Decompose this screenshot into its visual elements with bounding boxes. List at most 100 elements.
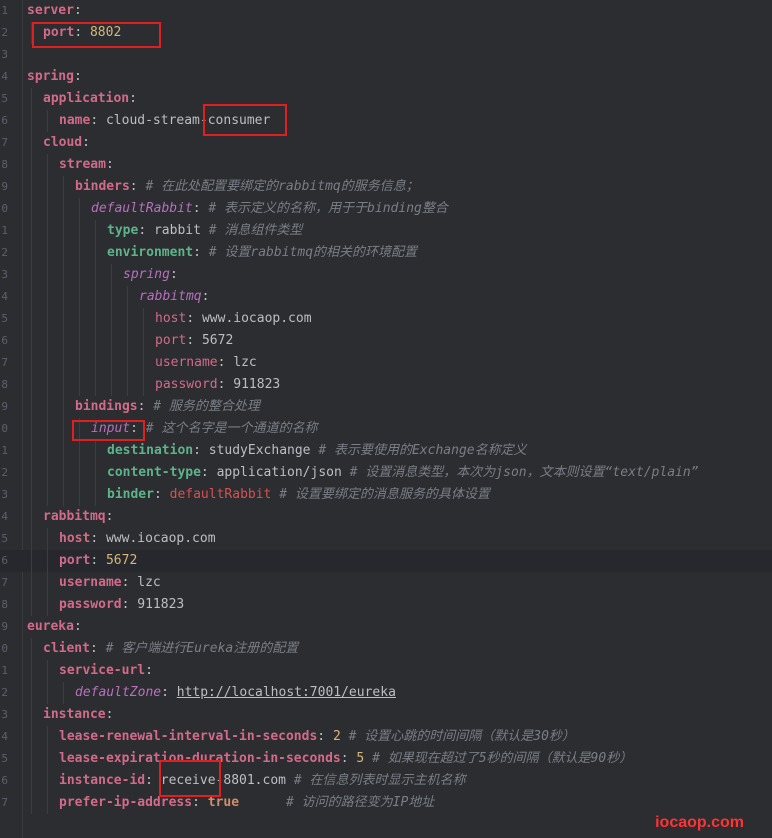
code-line[interactable]: 3 spring:: [0, 264, 772, 286]
yaml-colon: :: [145, 663, 153, 678]
line-text: host: www.iocaop.com: [59, 528, 216, 550]
code-line[interactable]: 0 client: # 客户端进行Eureka注册的配置: [0, 638, 772, 660]
code-line[interactable]: 2 content-type: application/json # 设置消息类型…: [0, 462, 772, 484]
code-line[interactable]: 4 rabbitmq:: [0, 286, 772, 308]
indent-guide: [127, 286, 128, 308]
line-number: 8: [1, 158, 8, 171]
indent-guide: [111, 330, 112, 352]
yaml-comment: # 在信息列表时显示主机名称: [293, 773, 466, 788]
code-line[interactable]: 8 password: 911823: [0, 374, 772, 396]
code-line[interactable]: 6 instance-id: receive-8801.com # 在信息列表时显…: [0, 770, 772, 792]
indent-guide: [31, 242, 32, 264]
indent-guide: [47, 264, 48, 286]
indent-guide: [31, 704, 32, 726]
indent-guide: [31, 110, 32, 132]
code-line[interactable]: 1 destination: studyExchange # 表示要使用的Exch…: [0, 440, 772, 462]
yaml-key: instance: [43, 707, 106, 722]
code-line[interactable]: 5 host: www.iocaop.com: [0, 528, 772, 550]
indent-guide: [127, 374, 128, 396]
code-editor[interactable]: 1 server: 2 port: 8802 3 4 spring: 5 application…: [0, 0, 772, 838]
line-number: 5: [1, 532, 8, 545]
yaml-colon: :: [138, 223, 147, 238]
indent-guide: [31, 198, 32, 220]
line-number: 6: [1, 774, 8, 787]
line-text: bindings: # 服务的整合处理: [75, 396, 260, 418]
indent-guide: [95, 330, 96, 352]
indent-guide: [31, 682, 32, 704]
indent-guide: [111, 352, 112, 374]
yaml-key: port: [59, 553, 91, 568]
code-line[interactable]: 7 username: lzc: [0, 572, 772, 594]
code-line[interactable]: 2 defaultZone: http://localhost:7001/eure…: [0, 682, 772, 704]
yaml-key: name: [59, 113, 91, 128]
code-line[interactable]: 1 type: rabbit # 消息组件类型: [0, 220, 772, 242]
code-line[interactable]: 7 prefer-ip-address: true # 访问的路径变为IP地址: [0, 792, 772, 814]
code-line[interactable]: 3 instance:: [0, 704, 772, 726]
line-number: 0: [1, 642, 8, 655]
yaml-comment: # 服务的整合处理: [153, 399, 260, 414]
indent-guide: [31, 638, 32, 660]
yaml-key: instance-id: [59, 773, 146, 788]
indent-guide: [79, 462, 80, 484]
code-line[interactable]: 9 eureka:: [0, 616, 772, 638]
code-line[interactable]: 4 spring:: [0, 66, 772, 88]
line-text: lease-renewal-interval-in-seconds: 2 # 设…: [59, 726, 575, 748]
code-line[interactable]: 8 password: 911823: [0, 594, 772, 616]
yaml-colon: :: [121, 575, 130, 590]
code-line[interactable]: 1 server:: [0, 0, 772, 22]
indent-guide: [47, 154, 48, 176]
indent-guide: [31, 418, 32, 440]
indent-guide: [111, 286, 112, 308]
yaml-key: environment: [107, 245, 194, 260]
yaml-key: destination: [107, 443, 194, 458]
code-line[interactable]: 6 name: cloud-stream-consumer: [0, 110, 772, 132]
code-line[interactable]: 9 binders: # 在此处配置要绑定的rabbitmq的服务信息；: [0, 176, 772, 198]
yaml-key: stream: [59, 157, 106, 172]
code-line[interactable]: 4 lease-renewal-interval-in-seconds: 2 # …: [0, 726, 772, 748]
line-text: server:: [27, 0, 82, 22]
code-line[interactable]: 6 port: 5672: [0, 330, 772, 352]
code-line[interactable]: 0 defaultRabbit: # 表示定义的名称，用于于binding整合: [0, 198, 772, 220]
line-number: 4: [1, 70, 8, 83]
indent-guide: [47, 374, 48, 396]
indent-guide: [31, 308, 32, 330]
yaml-comment: # 如果现在超过了5秒的间隔（默认是90秒）: [372, 751, 633, 766]
code-line[interactable]: 7 username: lzc: [0, 352, 772, 374]
code-line[interactable]: 1 service-url:: [0, 660, 772, 682]
indent-guide: [95, 286, 96, 308]
yaml-key: username: [155, 355, 218, 370]
line-number: 7: [1, 356, 8, 369]
indent-guide: [95, 308, 96, 330]
indent-guide: [47, 286, 48, 308]
line-text: environment: # 设置rabbitmq的相关的环境配置: [107, 242, 417, 264]
code-line[interactable]: 9 bindings: # 服务的整合处理: [0, 396, 772, 418]
line-number: 8: [1, 598, 8, 611]
code-line[interactable]: 7 cloud:: [0, 132, 772, 154]
indent-guide: [47, 396, 48, 418]
line-text: spring:: [27, 66, 82, 88]
code-line[interactable]: 6 port: 5672: [0, 550, 772, 572]
line-number: 9: [1, 180, 8, 193]
indent-guide: [47, 352, 48, 374]
line-text: instance:: [43, 704, 113, 726]
indent-guide: [79, 308, 80, 330]
line-text: username: lzc: [155, 352, 257, 374]
code-line[interactable]: 5 application:: [0, 88, 772, 110]
line-number: 3: [1, 48, 8, 61]
indent-guide: [79, 220, 80, 242]
code-line[interactable]: 3 binder: defaultRabbit # 设置要绑定的消息服务的具体设置: [0, 484, 772, 506]
line-text: spring:: [123, 264, 178, 286]
line-text: lease-expiration-duration-in-seconds: 5 …: [59, 748, 632, 770]
code-line[interactable]: 5 host: www.iocaop.com: [0, 308, 772, 330]
watermark: iocaop.com: [655, 814, 744, 831]
code-line[interactable]: 8 stream:: [0, 154, 772, 176]
indent-guide: [63, 484, 64, 506]
yaml-value: 5: [356, 751, 365, 766]
code-line[interactable]: 2 environment: # 设置rabbitmq的相关的环境配置: [0, 242, 772, 264]
indent-guide: [31, 176, 32, 198]
yaml-value: lzc: [137, 575, 161, 590]
line-text: binder: defaultRabbit # 设置要绑定的消息服务的具体设置: [107, 484, 490, 506]
line-number: 8: [1, 378, 8, 391]
code-line[interactable]: 5 lease-expiration-duration-in-seconds: 5…: [0, 748, 772, 770]
code-line[interactable]: 4 rabbitmq:: [0, 506, 772, 528]
